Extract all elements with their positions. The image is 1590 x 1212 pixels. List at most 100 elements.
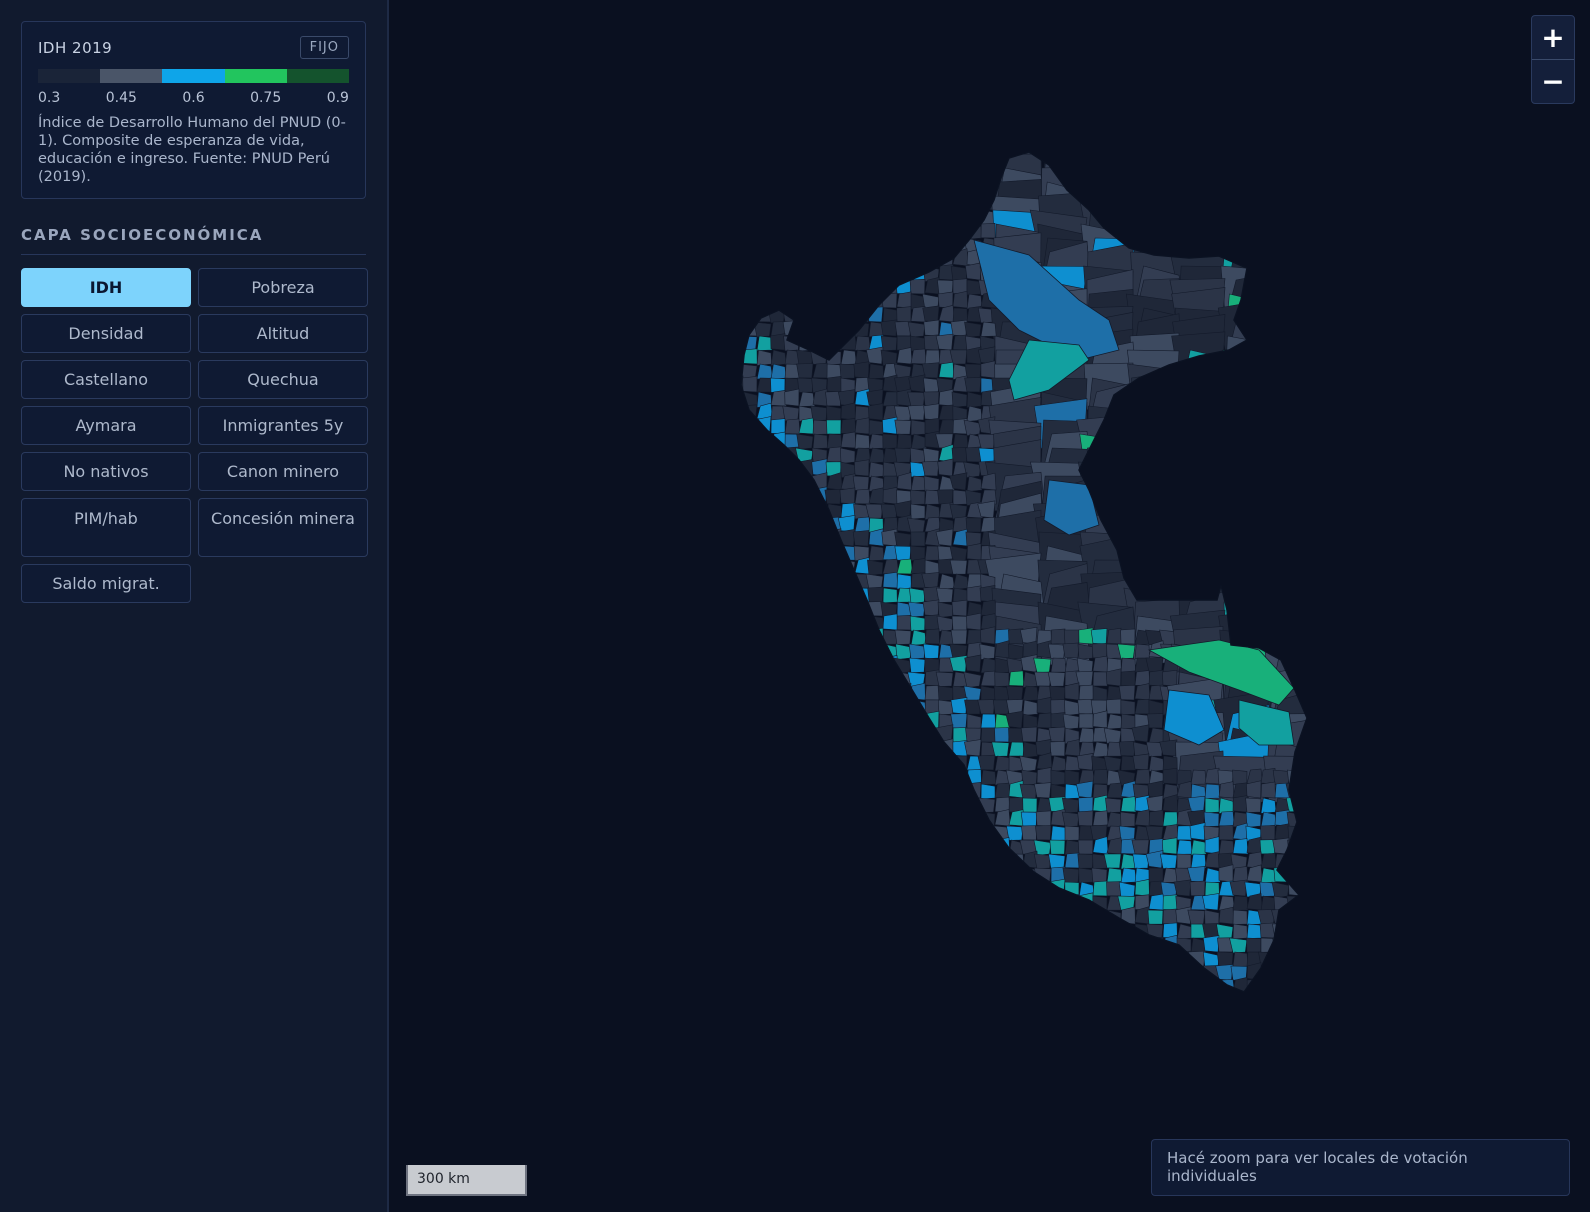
district-region[interactable] [1048,895,1066,911]
district-region[interactable] [908,711,926,729]
district-region[interactable] [781,699,800,716]
district-region[interactable] [907,923,926,940]
district-region[interactable] [922,881,940,897]
district-region[interactable] [782,153,800,170]
district-region[interactable] [1079,433,1134,485]
district-region[interactable] [1132,180,1182,229]
district-region[interactable] [753,895,772,912]
district-region[interactable] [784,181,801,198]
district-region[interactable] [991,741,1010,757]
district-region[interactable] [812,712,828,729]
district-region[interactable] [964,781,982,799]
district-region[interactable] [1120,713,1136,730]
district-region[interactable] [1314,980,1331,995]
district-region[interactable] [840,418,857,435]
district-region[interactable] [1106,867,1123,884]
district-region[interactable] [910,152,927,169]
district-region[interactable] [1204,994,1219,1008]
district-region[interactable] [1173,419,1226,470]
district-region[interactable] [728,727,744,744]
district-region[interactable] [881,881,898,897]
district-region[interactable] [977,699,996,715]
district-region[interactable] [826,446,843,463]
district-region[interactable] [1317,993,1332,1008]
district-region[interactable] [795,181,814,197]
district-region[interactable] [1302,853,1318,869]
district-region[interactable] [1132,134,1186,187]
district-region[interactable] [1300,839,1317,855]
district-region[interactable] [1048,976,1066,994]
district-region[interactable] [824,559,842,576]
district-region[interactable] [978,165,996,183]
district-region[interactable] [782,895,800,911]
district-region[interactable] [798,489,814,506]
district-region[interactable] [1132,416,1184,467]
district-region[interactable] [1224,461,1273,511]
district-region[interactable] [896,558,914,575]
district-region[interactable] [938,907,954,925]
district-region[interactable] [910,853,926,869]
district-region[interactable] [1269,426,1318,481]
district-region[interactable] [1006,909,1024,925]
district-region[interactable] [1308,485,1363,536]
district-region[interactable] [1092,880,1108,897]
district-region[interactable] [840,991,857,1008]
district-region[interactable] [1265,534,1317,593]
district-region[interactable] [741,921,758,939]
district-region[interactable] [868,641,885,659]
district-region[interactable] [851,657,870,674]
district-region[interactable] [726,223,744,239]
district-region[interactable] [951,447,968,463]
district-region[interactable] [798,950,815,967]
district-region[interactable] [1147,713,1164,729]
district-region[interactable] [1288,951,1305,967]
district-region[interactable] [741,598,758,617]
district-region[interactable] [938,419,956,435]
district-region[interactable] [1005,710,1024,729]
district-region[interactable] [1134,809,1151,827]
district-region[interactable] [1035,909,1052,926]
district-region[interactable] [1224,335,1273,387]
district-region[interactable] [1317,614,1367,662]
district-region[interactable] [1317,966,1333,981]
district-region[interactable] [908,657,926,674]
district-region[interactable] [1162,908,1178,925]
district-region[interactable] [781,655,800,673]
district-region[interactable] [923,403,940,421]
district-region[interactable] [1022,923,1038,941]
district-region[interactable] [1302,824,1317,841]
district-region[interactable] [1008,727,1024,743]
district-region[interactable] [924,908,941,925]
district-region[interactable] [1288,990,1305,1008]
district-region[interactable] [784,741,801,757]
district-region[interactable] [840,193,857,211]
district-region[interactable] [784,461,800,477]
district-region[interactable] [1092,685,1108,703]
district-region[interactable] [1173,879,1192,897]
district-region[interactable] [770,879,786,897]
district-region[interactable] [1288,878,1304,897]
district-region[interactable] [769,755,786,771]
district-region[interactable] [852,994,869,1008]
district-region[interactable] [1311,432,1364,480]
district-region[interactable] [868,209,885,225]
district-region[interactable] [1219,994,1234,1009]
district-region[interactable] [895,853,912,869]
district-region[interactable] [854,195,871,211]
district-region[interactable] [896,195,913,212]
district-region[interactable] [866,994,883,1008]
district-region[interactable] [896,291,913,309]
district-region[interactable] [1077,643,1094,660]
district-region[interactable] [1178,489,1231,543]
district-region[interactable] [726,976,744,994]
district-region[interactable] [896,347,913,365]
district-region[interactable] [741,503,758,521]
district-region[interactable] [798,279,815,295]
district-region[interactable] [1260,824,1276,841]
district-region[interactable] [893,698,912,715]
district-region[interactable] [854,769,871,786]
district-region[interactable] [1224,158,1276,215]
district-region[interactable] [980,516,997,533]
district-region[interactable] [1077,853,1094,869]
district-region[interactable] [784,388,800,407]
